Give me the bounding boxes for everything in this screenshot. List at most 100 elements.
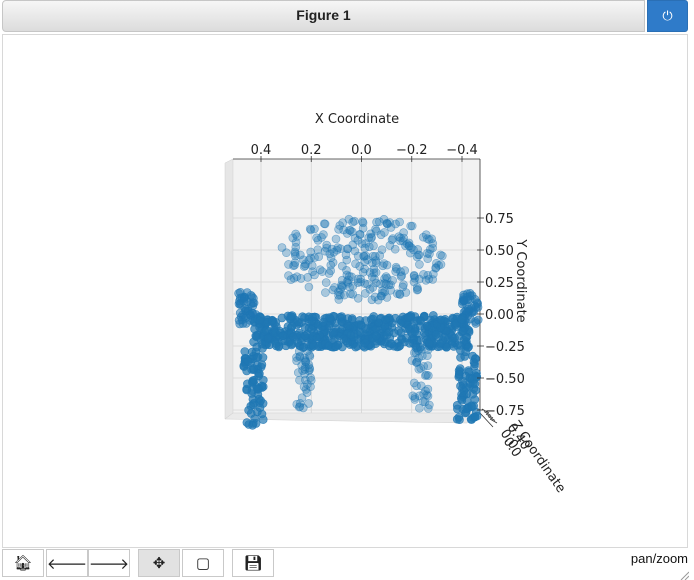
scatter-point-backrest [317,267,327,276]
zoom-rect-button[interactable]: ▢ [182,549,224,577]
scatter-point-seat [436,315,446,325]
scatter-point-backrest [358,217,367,226]
figure-canvas[interactable]: 0.4 0.2 0.0 −0.2 −0.4 0.75 0.50 0.25 0.00 −0.25 −… [2,34,689,580]
scatter-point-backrest [364,233,374,242]
scatter-point-backrest [436,250,445,260]
scatter-point-backrest [337,282,347,291]
scatter-point-backrest [321,278,331,287]
scatter-point-right-armrest [473,299,483,309]
scatter-point-backrest [341,250,351,260]
scatter-point-backrest [358,268,368,277]
scatter-point-left-front-leg [253,384,262,394]
scatter-point-backrest [314,252,324,261]
scatter-point-right-front-leg [470,379,480,389]
scatter-point-seat [347,314,357,323]
scatter-point-backrest [414,274,424,284]
scatter-3d-plot: 0.4 0.2 0.0 −0.2 −0.4 0.75 0.50 0.25 0.00 −0.25 −… [224,112,568,496]
save-disk-button[interactable]: 💾︎ [232,549,274,577]
scatter-point-right-back-leg [410,395,420,404]
scatter-point-backrest [409,245,418,255]
scatter-point-right-back-leg [421,371,430,380]
scatter-point-right-back-leg [414,364,424,374]
scatter-point-seat [260,327,270,336]
x-tick-label: 0.0 [351,143,372,158]
back-arrow-button[interactable]: 🡐 [46,549,88,577]
scatter-point-backrest [382,293,392,302]
pan-move-icon: ✥ [152,554,166,572]
scatter-point-left-back-leg [298,366,307,375]
scatter-point-backrest [319,230,328,239]
scatter-point-seat [431,330,441,340]
scatter-point-backrest [291,229,301,239]
scatter-point-left-back-leg [303,346,312,356]
scatter-point-backrest [306,253,315,263]
scatter-point-backrest [351,259,360,269]
scatter-point-seat [286,311,295,321]
scatter-point-left-front-leg [258,353,268,362]
scatter-point-seat [371,331,381,341]
scatter-point-seat [307,325,316,334]
home-button[interactable]: 🏠︎ [2,549,44,577]
window-title: Figure 1 [296,7,351,23]
scatter-point-backrest [329,248,339,257]
scatter-point-right-front-leg [455,415,464,425]
scatter-point-seat [389,328,399,338]
scatter-point-seat [346,330,356,340]
y-tick-label: 0.50 [485,244,514,259]
scatter-point-backrest [424,274,434,284]
scatter-point-backrest [353,278,363,287]
x-tick-label: 0.4 [251,143,272,158]
figure-title-bar: Figure 1 [2,0,645,32]
scatter-point-left-front-leg [258,415,268,424]
scatter-point-backrest [286,275,296,284]
x-tick-label: −0.4 [446,143,478,158]
scatter-point-right-armrest [463,295,472,305]
scatter-point-seat [312,333,322,343]
x-axis-label: X Coordinate [315,112,399,127]
resize-grip-icon[interactable] [679,570,689,580]
scatter-point-backrest [348,217,358,227]
scatter-point-right-back-leg [423,361,433,371]
scatter-point-backrest [412,252,422,262]
y-tick-label: 0.00 [485,308,514,323]
scatter-point-backrest [395,290,405,299]
scatter-point-backrest [307,261,317,270]
scatter-point-backrest [321,288,330,297]
scatter-point-seat [387,339,397,349]
home-icon: 🏠︎ [13,554,33,572]
scatter-point-backrest [377,245,387,254]
scatter-point-seat [271,341,281,351]
scatter-point-backrest [335,221,345,230]
scatter-point-backrest [368,283,378,292]
scatter-point-seat [456,314,466,324]
scatter-point-left-front-leg [255,403,265,413]
scatter-point-backrest [360,289,370,298]
y-tick-label: −0.50 [485,372,525,387]
scatter-point-seat [343,338,352,348]
forward-arrow-button[interactable]: 🡒 [88,549,130,577]
scatter-point-backrest [319,219,329,228]
scatter-point-seat [288,332,298,342]
scatter-point-backrest [353,251,363,261]
close-figure-button[interactable]: ⏻ [647,0,688,32]
scatter-point-seat [278,331,288,341]
y-tick-label: 0.25 [485,276,514,291]
scatter-point-backrest [367,258,377,268]
y-axis-label: Y Coordinate [513,238,528,322]
scatter-point-backrest [299,262,309,271]
scatter-point-backrest [291,238,301,247]
scatter-point-backrest [282,248,291,257]
scatter-point-seat [410,327,420,336]
x-tick-label: 0.2 [301,143,322,158]
scatter-point-left-armrest [234,315,244,325]
save-disk-icon: 💾︎ [243,554,263,572]
pan-move-button[interactable]: ✥ [138,549,180,577]
scatter-point-backrest [380,228,389,237]
scatter-point-left-armrest [239,296,248,306]
scatter-point-left-front-leg [242,384,251,394]
back-arrow-icon: 🡐 [46,554,88,573]
scatter-point-seat [440,333,450,342]
scatter-point-seat [300,331,310,341]
scatter-point-right-front-leg [467,402,477,412]
y-tick-label: −0.25 [485,340,525,355]
